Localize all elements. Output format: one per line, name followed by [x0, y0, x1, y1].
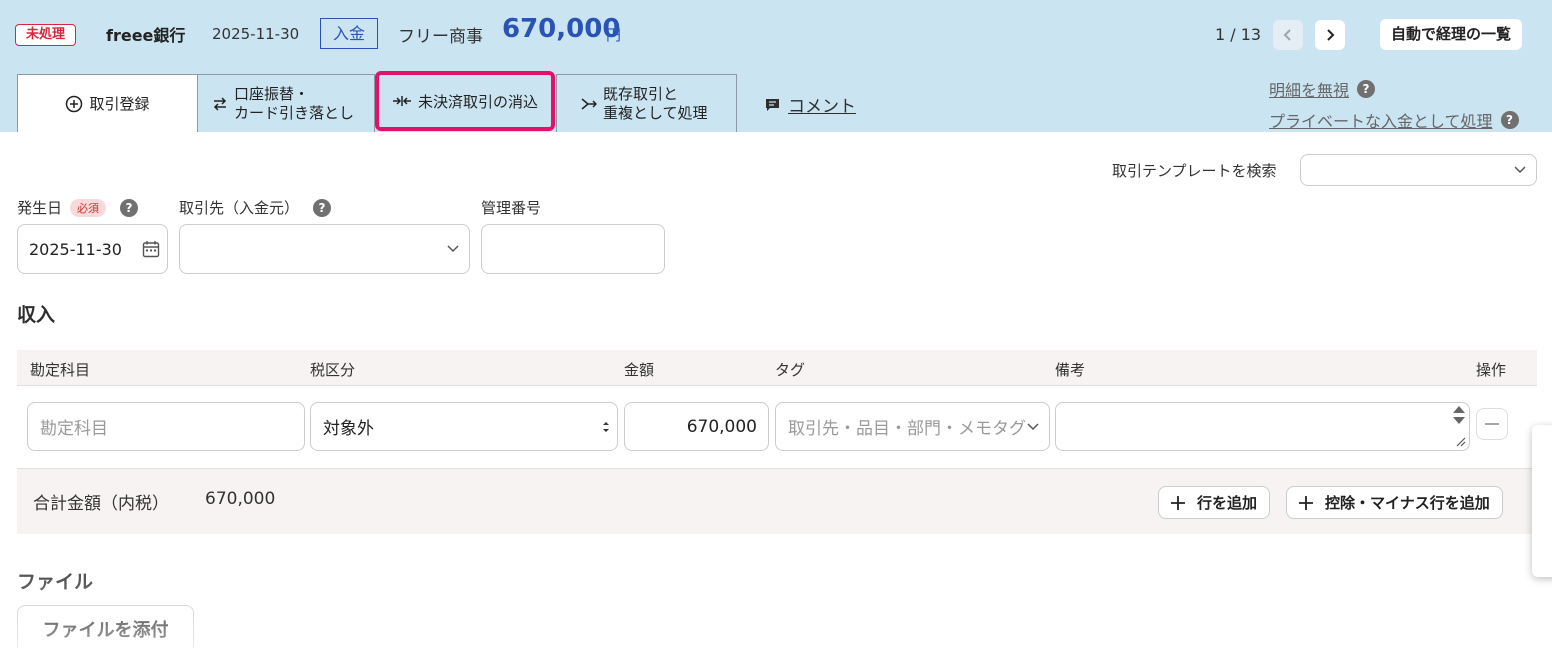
column-header-actions: 操作	[1476, 361, 1507, 379]
add-row-label: 行を追加	[1197, 495, 1258, 512]
prev-button[interactable]	[1273, 20, 1303, 50]
chevron-right-icon	[1327, 29, 1335, 41]
help-icon[interactable]: ?	[1500, 111, 1519, 129]
private-deposit-link[interactable]: プライベートな入金として処理 ?	[1269, 108, 1519, 132]
calendar-icon[interactable]	[142, 240, 160, 258]
attach-file-button[interactable]: ファイルを添付	[17, 605, 194, 648]
pager-count: 1 / 13	[1215, 25, 1262, 44]
date-label: 発生日	[17, 199, 63, 217]
column-header-tax: 税区分	[310, 361, 356, 379]
remove-row-button[interactable]	[1476, 408, 1508, 440]
help-icon[interactable]: ?	[313, 198, 332, 217]
template-search-select[interactable]	[1300, 154, 1537, 186]
tab-transfer[interactable]: 口座振替・ カード引き落とし	[197, 74, 375, 132]
amount-input[interactable]: 670,000	[624, 402, 769, 451]
tab-clear-unsettled[interactable]: 未決済取引の消込	[375, 71, 555, 131]
tab-register-label: 取引登録	[89, 95, 150, 113]
tab-transfer-label-line1: 口座振替・	[234, 84, 310, 103]
tab-register[interactable]: 取引登録	[17, 74, 198, 132]
side-popup[interactable]	[1532, 425, 1552, 577]
header-bar: 未処理 freee銀行 2025-11-30 入金 フリー商事 670,000 …	[0, 0, 1552, 132]
tab-duplicate[interactable]: 既存取引と 重複として処理	[556, 74, 737, 132]
chevron-down-icon	[1514, 166, 1526, 174]
minus-icon	[1485, 423, 1499, 425]
date-field-label: 発生日 必須 ?	[17, 197, 139, 218]
chevron-left-icon	[1283, 29, 1291, 41]
total-bar: 合計金額（内税） 670,000 行を追加 控除・マイナス行を追加	[17, 468, 1537, 534]
tab-transfer-label-line2: カード引き落とし	[234, 103, 355, 122]
comment-link-label: コメント	[788, 97, 856, 117]
add-deduction-row-label: 控除・マイナス行を追加	[1325, 495, 1490, 512]
tag-placeholder: 取引先・品目・部門・メモタグ	[788, 419, 1026, 439]
tab-duplicate-label-line2: 重複として処理	[603, 103, 708, 122]
help-icon[interactable]: ?	[120, 198, 139, 217]
tab-clear-label: 未決済取引の消込	[417, 92, 538, 111]
chevron-down-icon	[447, 245, 459, 253]
comment-icon	[766, 98, 779, 111]
account-input[interactable]: 勘定科目	[27, 402, 305, 451]
memo-textarea[interactable]	[1055, 402, 1470, 451]
transaction-type-badge: 入金	[320, 18, 379, 49]
partner-select[interactable]	[179, 224, 470, 274]
plus-icon	[1171, 495, 1185, 510]
ignore-statement-label: 明細を無視	[1269, 81, 1350, 100]
help-icon[interactable]: ?	[1357, 80, 1376, 98]
transfer-arrows-icon	[212, 96, 228, 111]
file-section-title: ファイル	[17, 571, 94, 593]
income-table-header: 勘定科目 税区分 金額 タグ 備考 操作	[17, 350, 1537, 386]
amount-value: 670,000	[686, 416, 757, 437]
tab-transfer-label: 口座振替・ カード引き落とし	[234, 85, 354, 123]
column-header-memo: 備考	[1055, 361, 1086, 379]
tab-duplicate-label-line1: 既存取引と	[603, 84, 679, 103]
date-input[interactable]: 2025-11-30	[17, 224, 168, 274]
next-button[interactable]	[1315, 20, 1345, 50]
transaction-amount: 670,000	[502, 14, 621, 44]
spin-arrows-icon	[1453, 406, 1465, 424]
partner-label: 取引先（入金元）	[179, 199, 300, 217]
status-badge: 未処理	[15, 24, 77, 46]
template-search-label: 取引テンプレートを検索	[1112, 162, 1277, 180]
duplicate-merge-icon	[581, 97, 597, 111]
total-label: 合計金額（内税）	[33, 494, 169, 514]
required-badge: 必須	[70, 198, 107, 217]
ignore-statement-link[interactable]: 明細を無視 ?	[1269, 77, 1376, 101]
total-value: 670,000	[205, 489, 276, 509]
transaction-date: 2025-11-30	[212, 25, 300, 43]
management-number-label-text: 管理番号	[481, 199, 542, 217]
currency-unit: 円	[606, 26, 622, 44]
plus-circle-icon	[65, 95, 83, 113]
private-deposit-label: プライベートな入金として処理	[1269, 112, 1493, 131]
auto-accounting-list-button[interactable]: 自動で経理の一覧	[1380, 19, 1523, 50]
plus-icon	[1299, 495, 1313, 510]
tag-select[interactable]: 取引先・品目・部門・メモタグ	[775, 402, 1050, 451]
resize-handle-icon[interactable]	[1454, 435, 1466, 447]
income-section-title: 収入	[17, 304, 56, 326]
date-input-value: 2025-11-30	[29, 239, 122, 259]
add-deduction-row-button[interactable]: 控除・マイナス行を追加	[1286, 486, 1503, 519]
merge-arrows-icon	[392, 94, 412, 108]
comment-link[interactable]: コメント	[765, 92, 856, 117]
tax-category-value: 対象外	[323, 419, 374, 439]
management-number-label: 管理番号	[481, 197, 541, 218]
column-header-account: 勘定科目	[30, 361, 91, 379]
account-placeholder: 勘定科目	[40, 419, 108, 439]
partner-field-label: 取引先（入金元） ?	[179, 197, 332, 218]
bank-name: freee銀行	[106, 26, 186, 45]
select-arrows-icon	[603, 422, 609, 432]
add-row-button[interactable]: 行を追加	[1158, 486, 1271, 519]
management-number-input[interactable]	[481, 224, 665, 274]
partner-name: フリー商事	[398, 27, 483, 47]
tab-duplicate-label: 既存取引と 重複として処理	[603, 85, 708, 123]
column-header-tag: タグ	[775, 361, 806, 379]
column-header-amount: 金額	[624, 361, 655, 379]
tax-category-select[interactable]: 対象外	[310, 402, 618, 451]
bottom-fade	[0, 580, 1552, 648]
chevron-down-icon	[1027, 422, 1039, 430]
